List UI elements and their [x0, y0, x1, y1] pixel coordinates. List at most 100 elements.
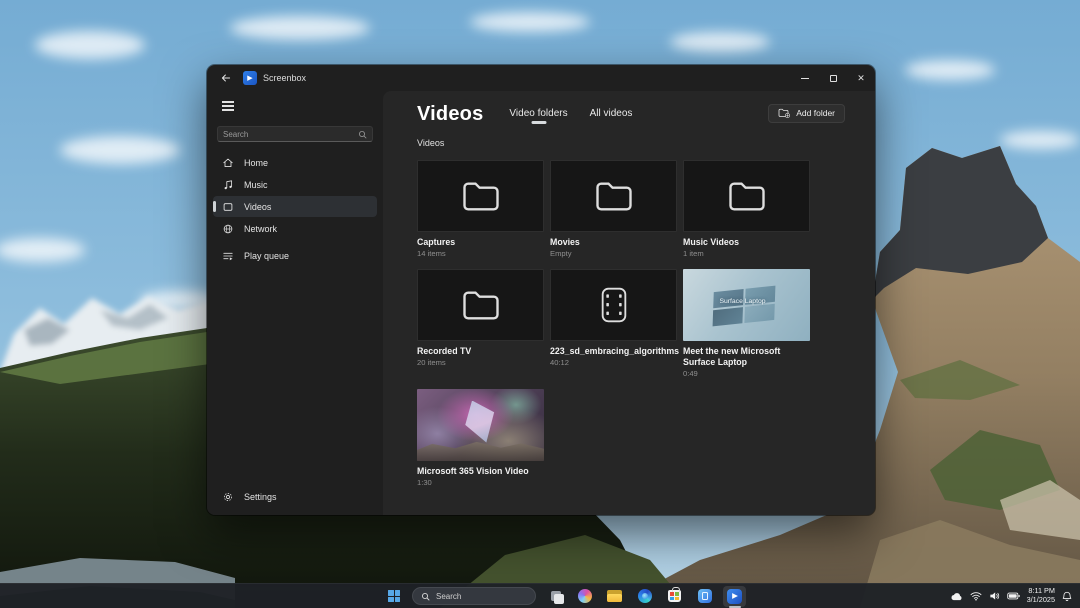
video-thumbnail: Surface Laptop [683, 269, 810, 341]
minimize-button[interactable] [791, 67, 819, 89]
nav-menu-button[interactable] [217, 96, 243, 116]
sidebar-item-network[interactable]: Network [213, 218, 377, 239]
close-button[interactable]: ✕ [847, 67, 875, 89]
back-button[interactable] [215, 69, 237, 87]
sidebar-search[interactable] [217, 126, 373, 142]
screenbox-icon: ▶ [727, 589, 742, 604]
sidebar-item-home[interactable]: Home [213, 152, 377, 173]
taskbar-search-placeholder: Search [436, 592, 461, 601]
thumbnail-caption-text: Surface Laptop [683, 298, 802, 305]
start-button[interactable] [383, 586, 405, 606]
clock-date: 3/1/2025 [1027, 596, 1055, 605]
desktop: { "colors": { "accent_blue": "#3f8ef0", … [0, 0, 1080, 608]
search-icon [358, 130, 367, 139]
taskbar-search[interactable]: Search [412, 587, 536, 605]
sidebar-item-label: Videos [244, 202, 271, 212]
video-file-thumbnail [550, 269, 677, 341]
maximize-icon [830, 75, 837, 82]
folder-tile-captures[interactable]: Captures 14 items [417, 160, 544, 258]
folder-icon [459, 178, 503, 215]
phone-link-button[interactable] [693, 586, 716, 607]
tile-duration: 1:30 [417, 478, 544, 487]
minimize-icon [801, 78, 809, 79]
screenbox-app-icon: ▶ [243, 71, 257, 85]
folder-tile-recorded-tv[interactable]: Recorded TV 20 items [417, 269, 544, 378]
video-tile-embracing-algorithms[interactable]: 223_sd_embracing_algorithms 40:12 [550, 269, 677, 378]
add-folder-button[interactable]: Add folder [768, 104, 845, 123]
settings-gear-icon [222, 491, 234, 503]
page-header: Videos Video folders All videos Add fold… [417, 99, 845, 129]
tile-name: Microsoft 365 Vision Video [417, 466, 544, 477]
close-icon: ✕ [857, 73, 865, 84]
add-folder-label: Add folder [796, 108, 835, 118]
folder-tile-movies[interactable]: Movies Empty [550, 160, 677, 258]
window-titlebar[interactable]: ▶ Screenbox ✕ [207, 65, 875, 91]
thumbnail-crystal-art [465, 401, 499, 443]
videos-icon [222, 201, 234, 213]
microsoft-store-button[interactable] [663, 586, 686, 607]
sidebar-item-settings[interactable]: Settings [213, 487, 377, 507]
folder-icon [725, 178, 769, 215]
edge-icon [638, 589, 652, 603]
home-icon [222, 157, 234, 169]
breadcrumb[interactable]: Videos [417, 138, 845, 148]
phone-link-icon [698, 589, 712, 603]
wifi-icon[interactable] [970, 591, 982, 601]
view-tabs: Video folders All videos [509, 108, 632, 124]
battery-icon[interactable] [1007, 592, 1020, 600]
tab-video-folders[interactable]: Video folders [509, 108, 567, 124]
video-tile-surface-laptop[interactable]: Surface Laptop Meet the new Microsoft Su… [683, 269, 810, 378]
folder-icon [459, 287, 503, 324]
folder-thumbnail [417, 160, 544, 232]
taskbar-clock[interactable]: 8:11 PM 3/1/2025 [1027, 587, 1055, 604]
sidebar-item-play-queue[interactable]: Play queue [213, 245, 377, 266]
file-explorer-button[interactable] [603, 586, 626, 607]
page-title: Videos [417, 103, 483, 126]
tile-name: Captures [417, 237, 544, 248]
sidebar-item-label: Music [244, 180, 268, 190]
sidebar-item-label: Network [244, 224, 277, 234]
sidebar-item-label: Play queue [244, 251, 289, 261]
file-explorer-icon [607, 590, 622, 602]
system-tray: 8:11 PM 3/1/2025 [950, 584, 1072, 608]
taskbar: Search ▶ 8:11 PM 3/1/2025 [0, 583, 1080, 608]
folder-tile-music-videos[interactable]: Music Videos 1 item [683, 160, 810, 258]
tile-name: Music Videos [683, 237, 810, 248]
thumbnail-rock-art [417, 437, 544, 461]
windows-logo-icon [388, 590, 400, 602]
notification-bell-icon[interactable] [1062, 591, 1072, 602]
tile-name: Recorded TV [417, 346, 544, 357]
settings-label: Settings [244, 492, 277, 502]
onedrive-cloud-icon[interactable] [950, 592, 963, 601]
microsoft-store-icon [668, 590, 681, 602]
play-queue-icon [222, 250, 234, 262]
sidebar-item-videos[interactable]: Videos [213, 196, 377, 217]
window-title: Screenbox [263, 73, 306, 83]
maximize-button[interactable] [819, 67, 847, 89]
tile-meta: 20 items [417, 358, 544, 367]
music-icon [222, 179, 234, 191]
tile-meta: 14 items [417, 249, 544, 258]
tile-meta: 1 item [683, 249, 810, 258]
video-tile-365-vision[interactable]: Microsoft 365 Vision Video 1:30 [417, 389, 544, 487]
film-strip-icon [597, 285, 631, 325]
task-view-button[interactable] [543, 586, 566, 607]
sidebar-item-music[interactable]: Music [213, 174, 377, 195]
volume-icon[interactable] [989, 591, 1000, 601]
folder-thumbnail [417, 269, 544, 341]
sidebar: Home Music Videos Network [207, 91, 383, 515]
folder-thumbnail [683, 160, 810, 232]
video-thumbnail [417, 389, 544, 461]
screenbox-taskbar-button[interactable]: ▶ [723, 586, 746, 607]
search-input[interactable] [223, 130, 358, 139]
tile-meta: Empty [550, 249, 677, 258]
copilot-icon [578, 589, 592, 603]
surface-logo-panes [713, 286, 776, 327]
search-icon [421, 592, 430, 601]
tab-all-videos[interactable]: All videos [590, 108, 633, 124]
edge-button[interactable] [633, 586, 656, 607]
tile-name: 223_sd_embracing_algorithms [550, 346, 677, 357]
copilot-button[interactable] [573, 586, 596, 607]
tile-name: Meet the new Microsoft Surface Laptop [683, 346, 810, 368]
folder-thumbnail [550, 160, 677, 232]
